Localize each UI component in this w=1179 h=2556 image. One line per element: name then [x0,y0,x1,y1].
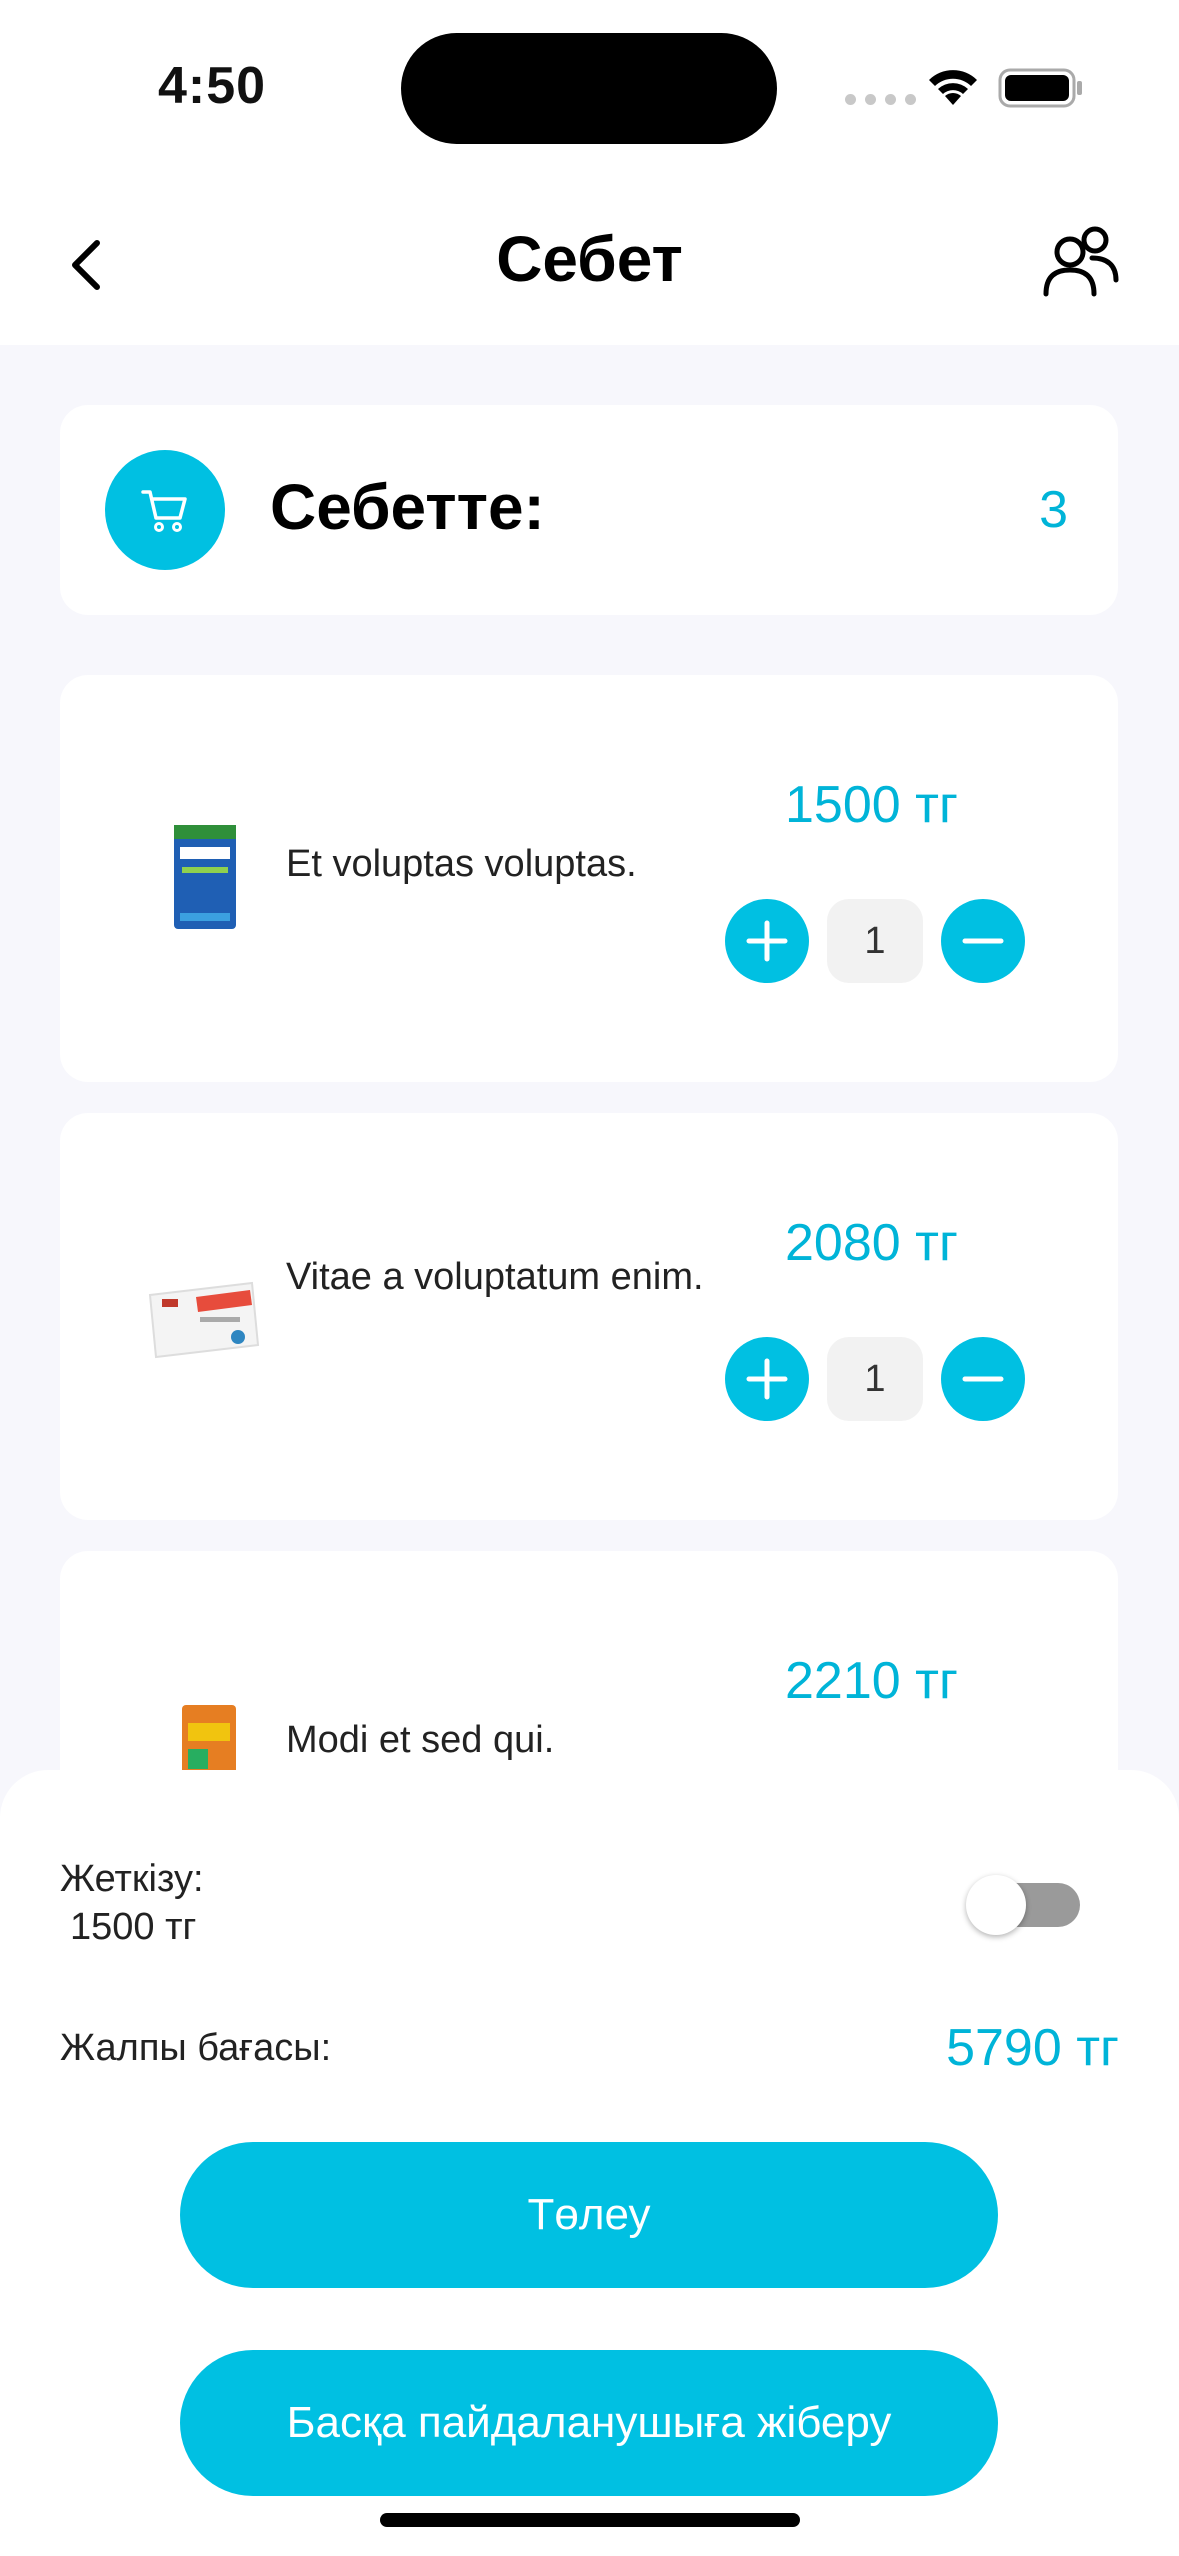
send-to-other-user-button[interactable]: Басқа пайдаланушыға жіберу [180,2350,998,2496]
page-title: Себет [496,223,683,295]
battery-icon [998,68,1082,108]
increase-quantity-button[interactable] [725,899,809,983]
delivery-toggle[interactable] [966,1875,1080,1935]
item-price: 2210 тг [785,1652,958,1710]
cart-icon [141,490,187,532]
delivery-label-text: Жеткізу: [60,1858,204,1900]
minus-icon [962,1376,1004,1382]
toggle-knob [966,1875,1026,1935]
cart-summary-card: Себетте: 3 [60,405,1118,615]
pay-button[interactable]: Төлеу [180,2142,998,2288]
cart-summary-label: Себетте: [270,471,545,543]
item-name: Modi et sed qui. [286,1719,555,1761]
total-value: 5790 тг [946,2019,1119,2077]
plus-icon [746,920,788,962]
quantity-stepper: 1 [725,1337,1025,1421]
status-time: 4:50 [158,57,267,115]
decrease-quantity-button[interactable] [941,1337,1025,1421]
item-name: Vitae a voluptatum enim. [286,1256,704,1298]
item-price: 1500 тг [785,776,958,834]
cart-item: Vitae a voluptatum enim. 2080 тг 1 [60,1113,1118,1520]
cart-item: Et voluptas voluptas. 1500 тг 1 [60,675,1118,1082]
quantity-value: 1 [827,899,923,983]
checkout-sheet: Жеткізу: 1500 тг Жалпы бағасы: 5790 тг Т… [0,1770,1179,2556]
cart-item-count: 3 [1039,481,1068,539]
item-name: Et voluptas voluptas. [286,843,637,885]
item-price: 2080 тг [785,1214,958,1272]
cellular-signal-icon [845,94,916,105]
total-label: Жалпы бағасы: [60,2027,332,2069]
delivery-price: 1500 тг [70,1906,197,1948]
dynamic-island [401,33,777,144]
product-image [148,1281,260,1359]
increase-quantity-button[interactable] [725,1337,809,1421]
navigation-bar: Себет [0,170,1179,345]
minus-icon [962,938,1004,944]
decrease-quantity-button[interactable] [941,899,1025,983]
quantity-stepper: 1 [725,899,1025,983]
delivery-label: Жеткізу: 1500 тг [60,1855,204,1951]
users-icon [1043,226,1119,297]
wifi-icon [929,70,977,105]
quantity-value: 1 [827,1337,923,1421]
cart-badge [105,450,225,570]
users-button[interactable] [1040,220,1120,300]
product-image [174,825,236,929]
plus-icon [746,1358,788,1400]
home-indicator [380,2513,800,2527]
status-bar: 4:50 [0,0,1179,170]
